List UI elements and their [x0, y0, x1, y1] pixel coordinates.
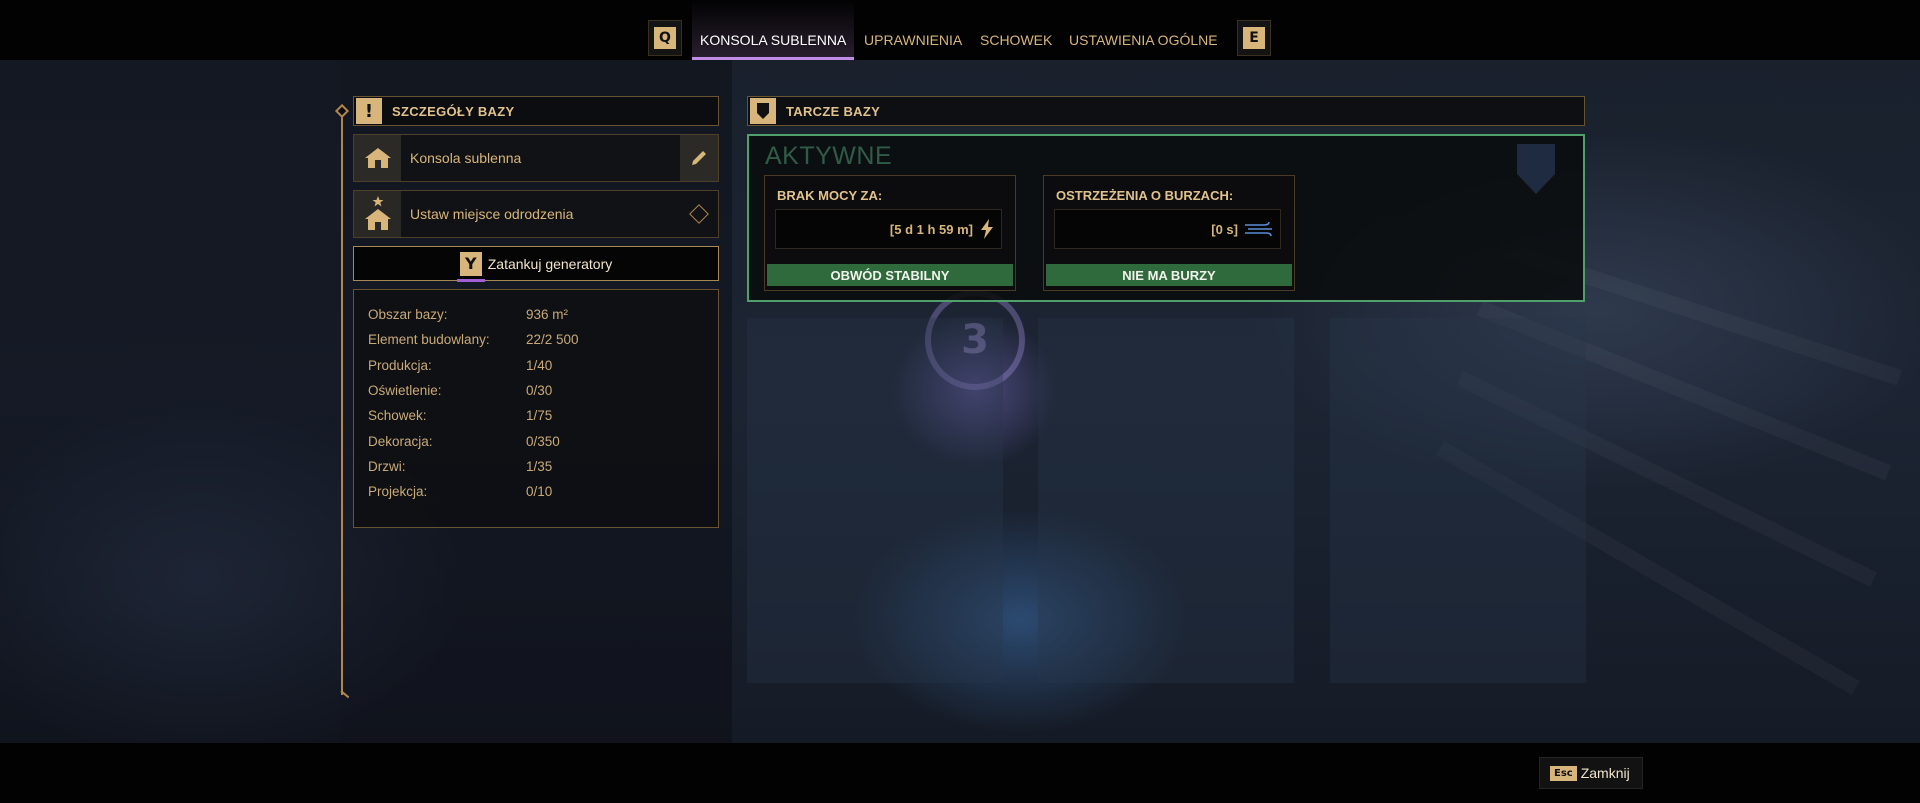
shield-slot	[1330, 318, 1586, 683]
stat-value: 936 m²	[526, 307, 569, 323]
shield-slot	[747, 318, 1003, 683]
lightning-icon	[981, 219, 993, 239]
fuel-generators-button[interactable]: Y Zatankuj generatory	[353, 246, 719, 282]
background-shade	[0, 60, 340, 743]
shields-state-label: AKTYWNE	[765, 142, 893, 170]
set-respawn-label: Ustaw miejsce odrodzenia	[410, 206, 574, 222]
stat-value: 1/75	[526, 408, 553, 424]
q-key-icon: Q	[654, 27, 676, 49]
stat-value: 0/10	[526, 484, 553, 500]
tab-label: SCHOWEK	[980, 32, 1053, 48]
stat-value: 1/35	[526, 458, 553, 474]
tab-label: USTAWIENIA OGÓLNE	[1069, 32, 1218, 48]
shield-slot	[1038, 318, 1294, 683]
esc-key-icon: Esc	[1550, 765, 1577, 781]
base-details-title: SZCZEGÓŁY BAZY	[392, 103, 515, 119]
fuel-icon: Y	[456, 251, 485, 282]
tab-label: KONSOLA SUBLENNA	[700, 32, 847, 48]
stat-value: 22/2 500	[526, 332, 579, 348]
tab-schowek[interactable]: SCHOWEK	[980, 0, 1052, 60]
stat-row: Drzwi: 1/35	[354, 454, 718, 479]
next-tab-key[interactable]: E	[1237, 20, 1271, 56]
wind-icon	[1245, 221, 1272, 237]
tab-uprawnienia[interactable]: UPRAWNIENIA	[864, 0, 962, 60]
stat-row: Projekcja: 0/10	[354, 479, 718, 504]
stat-label: Oświetlenie:	[368, 383, 442, 399]
shield-emblem-icon	[1517, 144, 1555, 194]
console-name-row: Konsola sublenna	[353, 134, 719, 182]
stat-row: Oświetlenie: 0/30	[354, 378, 718, 403]
power-timer-value: [5 d 1 h 59 m]	[889, 221, 973, 237]
respawn-diamond-icon	[680, 191, 718, 237]
tab-ustawienia-ogolne[interactable]: USTAWIENIA OGÓLNE	[1069, 0, 1218, 60]
base-stats-list: Obszar bazy: 936 m² Element budowlany: 22/2…	[353, 289, 719, 528]
stat-row: Obszar bazy: 936 m²	[354, 302, 718, 327]
base-details-header: ! SZCZEGÓŁY BAZY	[353, 96, 719, 126]
stat-label: Drzwi:	[368, 458, 406, 474]
stat-row: Schowek: 1/75	[354, 403, 718, 428]
e-key-icon: E	[1243, 27, 1265, 49]
stat-value: 0/30	[526, 383, 553, 399]
stat-row: Element budowlany: 22/2 500	[354, 327, 718, 352]
base-shields-header: TARCZE BAZY	[747, 96, 1585, 126]
base-shields-title: TARCZE BAZY	[786, 103, 881, 119]
stat-value: 0/350	[526, 433, 560, 449]
set-respawn-row[interactable]: Ustaw miejsce odrodzenia	[353, 190, 719, 238]
stat-value: 1/40	[526, 357, 553, 373]
exclamation-icon: !	[356, 98, 382, 124]
prev-tab-key[interactable]: Q	[648, 20, 682, 56]
stat-label: Element budowlany:	[368, 332, 490, 348]
storm-timer-field: [0 s]	[1054, 209, 1281, 249]
edit-name-button[interactable]	[680, 135, 718, 181]
home-icon	[354, 135, 401, 181]
fuel-generators-label: Zatankuj generatory	[487, 255, 613, 272]
shield-icon	[750, 98, 776, 124]
close-label: Zamknij	[1580, 765, 1630, 781]
stat-label: Schowek:	[368, 408, 427, 424]
storm-card: OSTRZEŻENIA O BURZACH: [0 s] NIE MA BURZ…	[1043, 175, 1295, 291]
power-timer-field: [5 d 1 h 59 m]	[775, 209, 1002, 249]
stat-label: Produkcja:	[368, 357, 432, 373]
tab-konsola-sublenna[interactable]: KONSOLA SUBLENNA	[692, 0, 854, 60]
storm-title: OSTRZEŻENIA O BURZACH:	[1056, 188, 1234, 203]
shields-status-box: AKTYWNE BRAK MOCY ZA: [5 d 1 h 59 m] OBW…	[747, 134, 1585, 302]
close-button[interactable]: Esc Zamknij	[1539, 757, 1643, 789]
stat-label: Obszar bazy:	[368, 307, 448, 323]
tab-label: UPRAWNIENIA	[864, 32, 963, 48]
stat-label: Dekoracja:	[368, 433, 433, 449]
stat-label: Projekcja:	[368, 484, 428, 500]
console-name: Konsola sublenna	[410, 150, 522, 166]
power-title: BRAK MOCY ZA:	[777, 188, 883, 203]
stat-row: Dekoracja: 0/350	[354, 428, 718, 453]
storm-timer-value: [0 s]	[1211, 221, 1238, 237]
pencil-icon	[692, 151, 706, 165]
power-status-badge: OBWÓD STABILNY	[767, 264, 1013, 286]
respawn-home-icon	[354, 191, 401, 237]
stat-row: Produkcja: 1/40	[354, 353, 718, 378]
power-card: BRAK MOCY ZA: [5 d 1 h 59 m] OBWÓD STABI…	[764, 175, 1016, 291]
panel-divider-line	[341, 110, 343, 695]
storm-status-badge: NIE MA BURZY	[1046, 264, 1292, 286]
